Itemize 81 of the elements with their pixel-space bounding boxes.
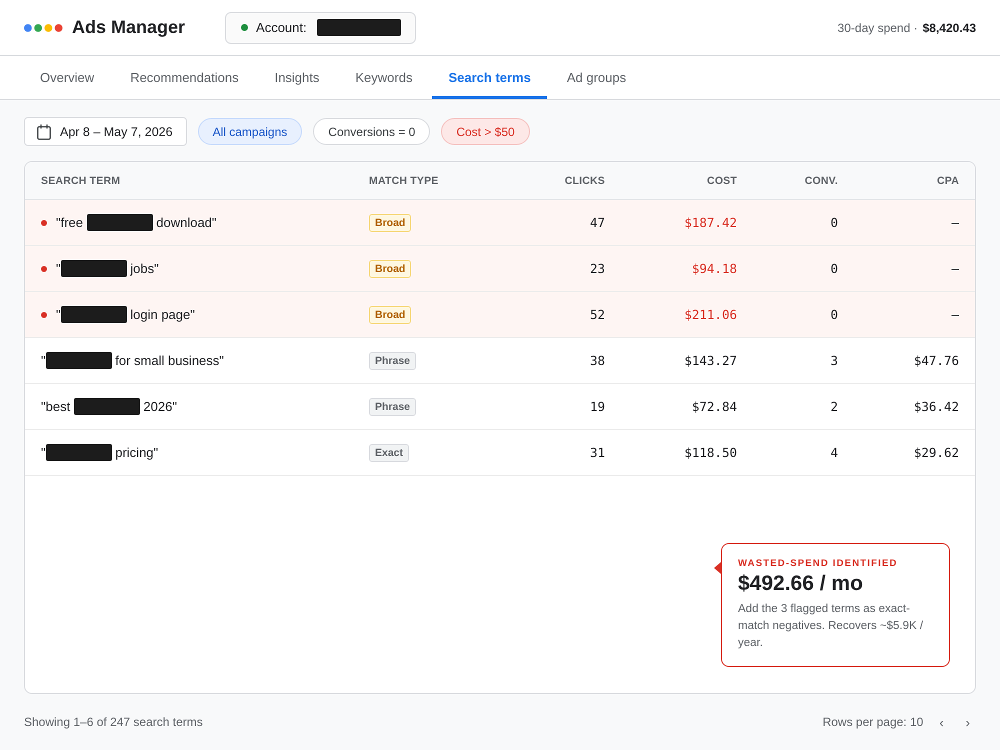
tab[interactable]: Search terms bbox=[432, 56, 547, 99]
redaction-block bbox=[46, 444, 112, 461]
table-cell-text: 0 bbox=[829, 307, 839, 322]
match-type-badge: Broad bbox=[369, 260, 412, 278]
column-header: CLICKS bbox=[564, 174, 606, 186]
column-header: CPA bbox=[936, 174, 960, 186]
logo-dots-icon bbox=[24, 24, 63, 32]
table-cell-text: 0 bbox=[829, 261, 839, 276]
table-cell-text: 0 bbox=[829, 215, 839, 230]
match-type-badge: Broad bbox=[369, 214, 412, 232]
flag-dot-icon bbox=[41, 266, 47, 272]
table-cell-text: 31 bbox=[588, 445, 606, 460]
search-term-text: " bbox=[56, 307, 61, 322]
next-page-button[interactable]: › bbox=[960, 714, 976, 730]
redaction-block bbox=[60, 306, 127, 323]
table-cell-text: $187.42 bbox=[683, 215, 738, 230]
column-header: CONV. bbox=[804, 174, 839, 186]
table-cell-text: 2 bbox=[829, 399, 839, 414]
table-cell-text: 23 bbox=[588, 261, 606, 276]
callout-text: Add the 3 flagged terms as exact-match negatives. Recovers ~$5.9K / year. bbox=[738, 602, 924, 651]
column-header: COST bbox=[706, 174, 738, 186]
tab[interactable]: Insights bbox=[258, 56, 336, 99]
spend-label: 30-day spend · bbox=[838, 20, 918, 34]
table-cell-text: 38 bbox=[588, 353, 606, 368]
redaction-block bbox=[60, 260, 127, 277]
callout-eyebrow: WASTED-SPEND IDENTIFIED bbox=[738, 558, 899, 569]
filter-chip[interactable]: Cost > $50 bbox=[441, 118, 530, 145]
search-term-text: login page" bbox=[129, 307, 195, 322]
table-cell-text: 19 bbox=[588, 399, 606, 414]
column-header: SEARCH TERM bbox=[40, 174, 122, 186]
match-type-badge: Phrase bbox=[369, 352, 416, 370]
table-cell-text: $94.18 bbox=[690, 261, 738, 276]
search-term-text: "free bbox=[56, 215, 84, 230]
app-title: Ads Manager bbox=[72, 17, 186, 38]
search-term-text: "best bbox=[41, 399, 72, 414]
table-cell-text: $72.84 bbox=[690, 399, 738, 414]
tab[interactable]: Overview bbox=[24, 56, 110, 99]
filter-chip[interactable]: Conversions = 0 bbox=[313, 118, 430, 145]
account-selector[interactable]: Account: bbox=[225, 12, 416, 44]
rows-per-page-selector[interactable]: Rows per page: 10 bbox=[822, 715, 924, 729]
match-type-badge: Phrase bbox=[369, 398, 416, 416]
filter-chip[interactable]: All campaigns bbox=[198, 118, 302, 145]
match-type-badge: Exact bbox=[369, 444, 410, 462]
search-term-text: download" bbox=[155, 215, 217, 230]
search-term-text: 2026" bbox=[142, 399, 177, 414]
redaction-block bbox=[86, 214, 153, 231]
table-cell-text: $143.27 bbox=[683, 353, 738, 368]
tab[interactable]: Recommendations bbox=[114, 56, 255, 99]
table-cell-text: $29.62 bbox=[912, 445, 960, 460]
flag-dot-icon bbox=[41, 220, 47, 226]
previous-page-button[interactable]: ‹ bbox=[933, 714, 950, 730]
account-label: Account: bbox=[256, 20, 307, 35]
table-cell-text: — bbox=[950, 261, 960, 276]
calendar-icon bbox=[37, 124, 51, 140]
search-term-text: pricing" bbox=[114, 445, 158, 460]
table-cell-text: — bbox=[950, 307, 960, 322]
table-cell-text: $211.06 bbox=[683, 307, 738, 322]
date-range-button[interactable]: Apr 8 – May 7, 2026 bbox=[24, 117, 187, 146]
tab[interactable]: Ad groups bbox=[550, 56, 642, 99]
results-summary: Showing 1–6 of 247 search terms bbox=[24, 715, 203, 729]
search-term-text: " bbox=[41, 353, 46, 368]
spend-value: $8,420.43 bbox=[922, 20, 976, 34]
search-term-text: " bbox=[56, 261, 61, 276]
table-cell-text: — bbox=[950, 215, 960, 230]
redaction-block bbox=[74, 398, 140, 415]
table-cell-text: 52 bbox=[588, 307, 606, 322]
search-term-text: jobs" bbox=[129, 261, 159, 276]
search-term-text: for small business" bbox=[114, 353, 224, 368]
table-cell-text: $36.42 bbox=[912, 399, 960, 414]
match-type-badge: Broad bbox=[369, 306, 412, 324]
callout-amount: $492.66 / mo bbox=[738, 572, 864, 596]
search-term-text: " bbox=[41, 445, 46, 460]
table-cell-text: 47 bbox=[588, 215, 606, 230]
redaction-block bbox=[46, 352, 112, 369]
column-header: MATCH TYPE bbox=[368, 174, 440, 186]
table-cell-text: 4 bbox=[829, 445, 839, 460]
table-cell-text: $47.76 bbox=[912, 353, 960, 368]
table-cell-text: $118.50 bbox=[683, 445, 738, 460]
tab[interactable]: Keywords bbox=[339, 56, 428, 99]
flag-dot-icon bbox=[41, 312, 47, 318]
table-cell-text: 3 bbox=[829, 353, 839, 368]
